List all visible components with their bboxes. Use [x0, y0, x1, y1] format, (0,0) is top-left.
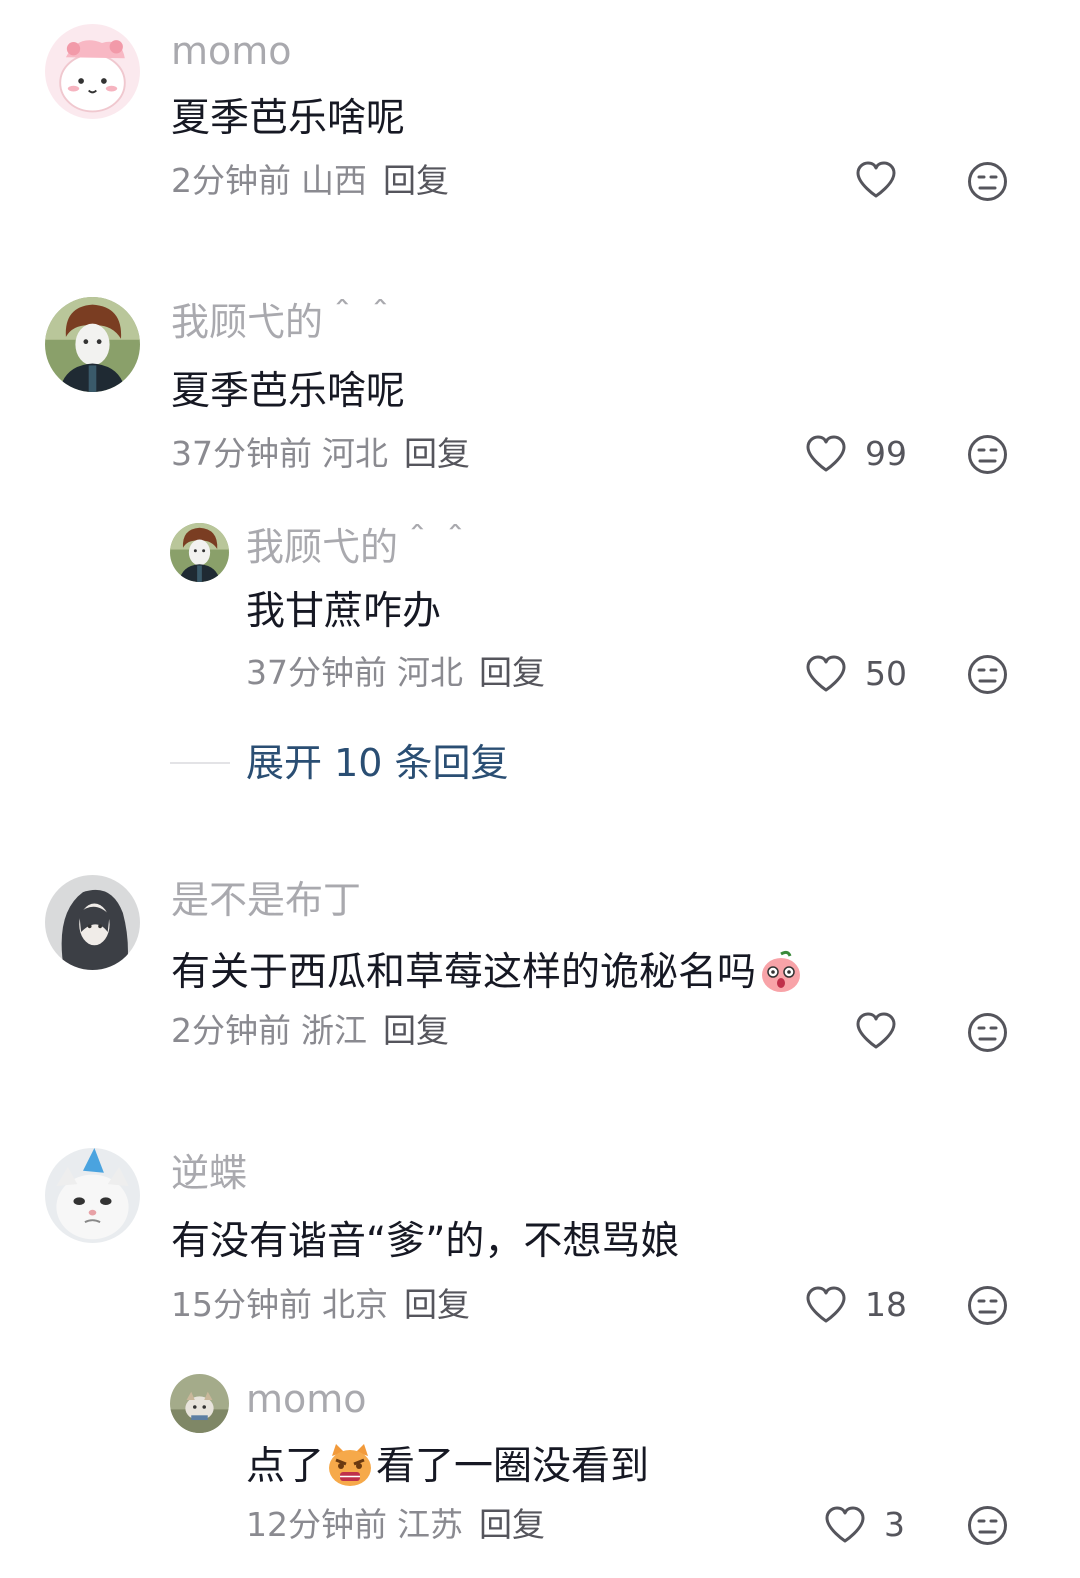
heart-outline-icon[interactable]: [855, 160, 897, 200]
reply-button[interactable]: 回复: [404, 1285, 470, 1324]
comment-text: 夏季芭乐啥呢: [171, 96, 406, 141]
comment-text-part-b: 看了一圈没看到: [376, 1444, 650, 1489]
meh-face-icon[interactable]: [967, 161, 1008, 206]
username[interactable]: momo: [171, 32, 292, 70]
surprised-peach-emoji-icon: [758, 948, 804, 1001]
avatar[interactable]: [170, 1374, 229, 1433]
heart-outline-icon[interactable]: [805, 434, 847, 474]
comment-location: 江苏: [397, 1505, 463, 1544]
comment-text: 点了 看了一圈没看到: [246, 1442, 649, 1495]
like-count: 50: [865, 654, 907, 693]
expand-replies-label: 展开 10 条回复: [246, 741, 509, 785]
username[interactable]: 我顾弋的＾＾: [246, 528, 474, 566]
meh-face-icon[interactable]: [967, 654, 1008, 699]
comment-meta: 37分钟前 河北 回复: [171, 437, 480, 470]
like-count: 99: [865, 434, 907, 473]
reply-button[interactable]: 回复: [383, 161, 449, 200]
comment-time: 37分钟前: [246, 653, 387, 692]
reply-button[interactable]: 回复: [479, 1505, 545, 1544]
comment-meta: 2分钟前 山西 回复: [171, 164, 459, 197]
meh-face-icon[interactable]: [967, 434, 1008, 479]
reply-button[interactable]: 回复: [404, 434, 470, 473]
comment-text: 有没有谐音“爹”的，不想骂娘: [171, 1219, 680, 1264]
username[interactable]: 我顾弋的＾＾: [171, 303, 399, 341]
avatar[interactable]: [170, 523, 229, 582]
username[interactable]: 逆蝶: [171, 1154, 247, 1192]
comment-text: 有关于西瓜和草莓这样的诡秘名吗: [171, 948, 806, 1001]
comment-meta: 15分钟前 北京 回复: [171, 1288, 480, 1321]
meh-face-icon[interactable]: [967, 1285, 1008, 1330]
comment-time: 37分钟前: [171, 434, 312, 473]
avatar[interactable]: [45, 24, 140, 119]
comment-meta: 2分钟前 浙江 回复: [171, 1014, 459, 1047]
username[interactable]: 是不是布丁: [171, 881, 361, 919]
comment-location: 河北: [397, 653, 463, 692]
avatar[interactable]: [45, 875, 140, 970]
like-count: 3: [884, 1505, 905, 1544]
comment-text: 夏季芭乐啥呢: [171, 369, 406, 414]
heart-outline-icon[interactable]: [805, 1285, 847, 1325]
comment-meta: 37分钟前 河北 回复: [246, 656, 555, 689]
heart-outline-icon[interactable]: [824, 1505, 866, 1545]
avatar[interactable]: [45, 1148, 140, 1243]
angry-cat-emoji-icon: [326, 1442, 374, 1495]
comment-text-part-a: 点了: [246, 1444, 325, 1489]
comment-meta: 12分钟前 江苏 回复: [246, 1508, 555, 1541]
reply-button[interactable]: 回复: [383, 1011, 449, 1050]
divider: [170, 762, 230, 764]
comment-time: 15分钟前: [171, 1285, 312, 1324]
meh-face-icon[interactable]: [967, 1012, 1008, 1057]
comment-time: 2分钟前: [171, 1011, 291, 1050]
comment-text-body: 有关于西瓜和草莓这样的诡秘名吗: [171, 950, 757, 995]
comment-time: 2分钟前: [171, 161, 291, 200]
heart-outline-icon[interactable]: [805, 654, 847, 694]
comment-location: 浙江: [301, 1011, 367, 1050]
avatar[interactable]: [45, 297, 140, 392]
comment-location: 北京: [322, 1285, 388, 1324]
heart-outline-icon[interactable]: [855, 1011, 897, 1051]
meh-face-icon[interactable]: [967, 1505, 1008, 1550]
comment-text: 我甘蔗咋办: [246, 589, 442, 634]
expand-replies-button[interactable]: 展开 10 条回复: [170, 744, 509, 782]
reply-button[interactable]: 回复: [479, 653, 545, 692]
username[interactable]: momo: [246, 1380, 367, 1418]
like-count: 18: [865, 1285, 907, 1324]
comment-location: 河北: [322, 434, 388, 473]
comment-time: 12分钟前: [246, 1505, 387, 1544]
comment-location: 山西: [301, 161, 367, 200]
